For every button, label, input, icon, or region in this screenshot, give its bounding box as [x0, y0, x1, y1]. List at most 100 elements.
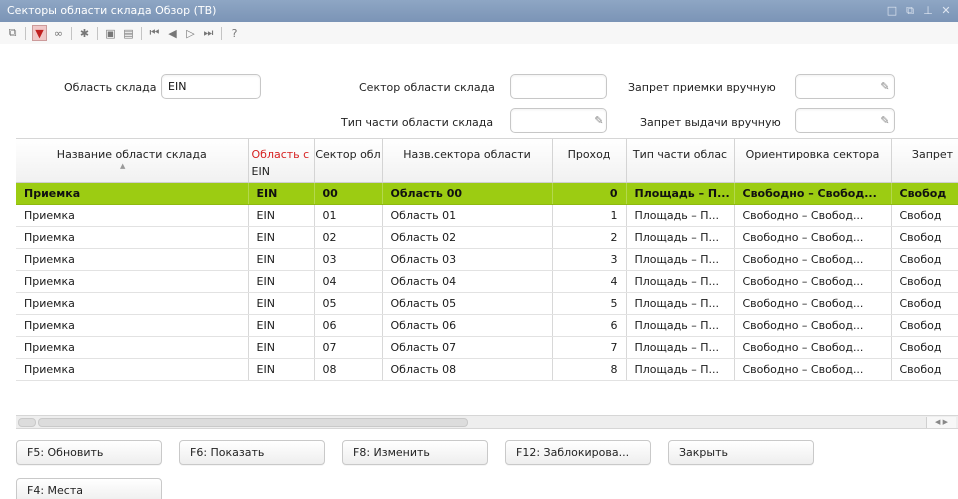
table-row[interactable]: Приемка EIN 07 Область 07 7 Площадь – П... Сво…	[16, 336, 958, 359]
settings-icon[interactable]: ✱	[78, 26, 91, 40]
column-header-sector-name[interactable]: Назв.сектора области	[382, 139, 553, 183]
cell-aisle[interactable]: 8	[552, 358, 627, 381]
cell-area-part-type[interactable]: Площадь – П...	[626, 336, 735, 359]
cell-area-name[interactable]: Приемка	[16, 358, 249, 381]
edit-button[interactable]: F8: Изменить	[342, 440, 488, 465]
cell-area-part-type[interactable]: Площадь – П...	[626, 226, 735, 249]
column-header-sector-orientation[interactable]: Ориентировка сектора	[734, 139, 892, 183]
cell-sector[interactable]: 06	[314, 314, 383, 337]
cell-area-part-type[interactable]: Площадь – П...	[626, 248, 735, 271]
next-record-icon[interactable]: ▷	[184, 26, 197, 40]
cell-sector[interactable]: 04	[314, 270, 383, 293]
cell-block[interactable]: Свобод	[891, 226, 958, 249]
cell-block[interactable]: Свобод	[891, 270, 958, 293]
close-button[interactable]: Закрыть	[668, 440, 814, 465]
copy-icon[interactable]: ⧉	[6, 26, 19, 40]
cell-sector-orientation[interactable]: Свободно – Свобод...	[734, 270, 892, 293]
cell-area-name[interactable]: Приемка	[16, 336, 249, 359]
sector-input[interactable]	[510, 74, 607, 99]
close-icon[interactable]: ✕	[940, 0, 952, 22]
cell-block[interactable]: Свобод	[891, 204, 958, 227]
column-header-aisle[interactable]: Проход	[552, 139, 627, 183]
table-row[interactable]: Приемка EIN 04 Область 04 4 Площадь – П... Сво…	[16, 270, 958, 293]
horizontal-scrollbar[interactable]: ◀ ▶	[16, 415, 958, 429]
cell-area-part-type[interactable]: Площадь – П...	[626, 270, 735, 293]
cell-area-part-type[interactable]: Площадь – П...	[626, 358, 735, 381]
cell-area-code[interactable]: EIN	[248, 248, 315, 271]
table-row[interactable]: Приемка EIN 05 Область 05 5 Площадь – П... Сво…	[16, 292, 958, 315]
cell-area-code[interactable]: EIN	[248, 204, 315, 227]
cell-block[interactable]: Свобод	[891, 292, 958, 315]
pencil-icon[interactable]: ✎	[879, 115, 891, 127]
cell-aisle[interactable]: 1	[552, 204, 627, 227]
cell-block[interactable]: Свобод	[891, 336, 958, 359]
cell-aisle[interactable]: 7	[552, 336, 627, 359]
cell-area-name[interactable]: Приемка	[16, 270, 249, 293]
cell-sector-name[interactable]: Область 00	[382, 182, 553, 205]
cell-aisle[interactable]: 6	[552, 314, 627, 337]
cell-aisle[interactable]: 2	[552, 226, 627, 249]
cell-sector-orientation[interactable]: Свободно – Свобод...	[734, 292, 892, 315]
cell-area-code[interactable]: EIN	[248, 270, 315, 293]
area-input[interactable]	[161, 74, 261, 99]
cell-sector[interactable]: 01	[314, 204, 383, 227]
cell-sector-orientation[interactable]: Свободно – Свобод...	[734, 314, 892, 337]
block-button[interactable]: F12: Заблокирова...	[505, 440, 651, 465]
cell-block[interactable]: Свобод	[891, 248, 958, 271]
cell-sector-name[interactable]: Область 06	[382, 314, 553, 337]
show-button[interactable]: F6: Показать	[179, 440, 325, 465]
cell-area-code[interactable]: EIN	[248, 182, 315, 205]
cell-area-part-type[interactable]: Площадь – П...	[626, 182, 735, 205]
cell-area-code[interactable]: EIN	[248, 314, 315, 337]
cell-area-part-type[interactable]: Площадь – П...	[626, 204, 735, 227]
cell-block[interactable]: Свобод	[891, 314, 958, 337]
cell-aisle[interactable]: 3	[552, 248, 627, 271]
column-header-area-part-type[interactable]: Тип части облас	[626, 139, 735, 183]
cell-area-code[interactable]: EIN	[248, 226, 315, 249]
cell-sector[interactable]: 07	[314, 336, 383, 359]
cell-area-name[interactable]: Приемка	[16, 226, 249, 249]
cell-sector-orientation[interactable]: Свободно – Свобод...	[734, 358, 892, 381]
cell-sector-orientation[interactable]: Свободно – Свобод...	[734, 204, 892, 227]
column-header-block[interactable]: Запрет	[891, 139, 958, 183]
cell-sector-name[interactable]: Область 04	[382, 270, 553, 293]
cell-area-name[interactable]: Приемка	[16, 248, 249, 271]
first-record-icon[interactable]: ⏮	[148, 26, 161, 40]
cell-sector-name[interactable]: Область 01	[382, 204, 553, 227]
cell-sector-orientation[interactable]: Свободно – Свобод...	[734, 248, 892, 271]
pencil-icon[interactable]: ✎	[593, 115, 605, 127]
cell-sector[interactable]: 03	[314, 248, 383, 271]
cell-sector[interactable]: 00	[314, 182, 383, 205]
scrollbar-thumb-left[interactable]	[18, 418, 36, 427]
table-row[interactable]: Приемка EIN 08 Область 08 8 Площадь – П... Сво…	[16, 358, 958, 381]
cell-sector[interactable]: 05	[314, 292, 383, 315]
table-row[interactable]: Приемка EIN 00 Область 00 0 Площадь – П... Сво…	[16, 182, 958, 205]
column-header-area-code[interactable]: Область с EIN	[248, 139, 315, 183]
cell-area-code[interactable]: EIN	[248, 336, 315, 359]
column-header-sector[interactable]: Сектор обл	[314, 139, 383, 183]
cell-sector-orientation[interactable]: Свободно – Свобод...	[734, 226, 892, 249]
cell-sector-name[interactable]: Область 02	[382, 226, 553, 249]
minimize-icon[interactable]: □	[886, 0, 898, 22]
table-row[interactable]: Приемка EIN 02 Область 02 2 Площадь – П... Сво…	[16, 226, 958, 249]
scroll-arrows-icon[interactable]: ◀ ▶	[926, 417, 956, 428]
layout-icon[interactable]: ▤	[122, 26, 135, 40]
table-row[interactable]: Приемка EIN 01 Область 01 1 Площадь – П... Сво…	[16, 204, 958, 227]
cell-sector-orientation[interactable]: Свободно – Свобод...	[734, 182, 892, 205]
cell-sector[interactable]: 08	[314, 358, 383, 381]
cell-sector-name[interactable]: Область 05	[382, 292, 553, 315]
cell-area-name[interactable]: Приемка	[16, 182, 249, 205]
table-row[interactable]: Приемка EIN 03 Область 03 3 Площадь – П... Сво…	[16, 248, 958, 271]
previous-record-icon[interactable]: ◀	[166, 26, 179, 40]
export-icon[interactable]: ▣	[104, 26, 117, 40]
cell-area-name[interactable]: Приемка	[16, 314, 249, 337]
scrollbar-thumb[interactable]	[38, 418, 468, 427]
cell-block[interactable]: Свобод	[891, 358, 958, 381]
cell-aisle[interactable]: 5	[552, 292, 627, 315]
binoculars-icon[interactable]: ∞	[52, 26, 65, 40]
help-icon[interactable]: ?	[228, 26, 241, 40]
cell-block[interactable]: Свобод	[891, 182, 958, 205]
cell-area-part-type[interactable]: Площадь – П...	[626, 292, 735, 315]
restore-icon[interactable]: ⧉	[904, 0, 916, 22]
cell-area-name[interactable]: Приемка	[16, 204, 249, 227]
